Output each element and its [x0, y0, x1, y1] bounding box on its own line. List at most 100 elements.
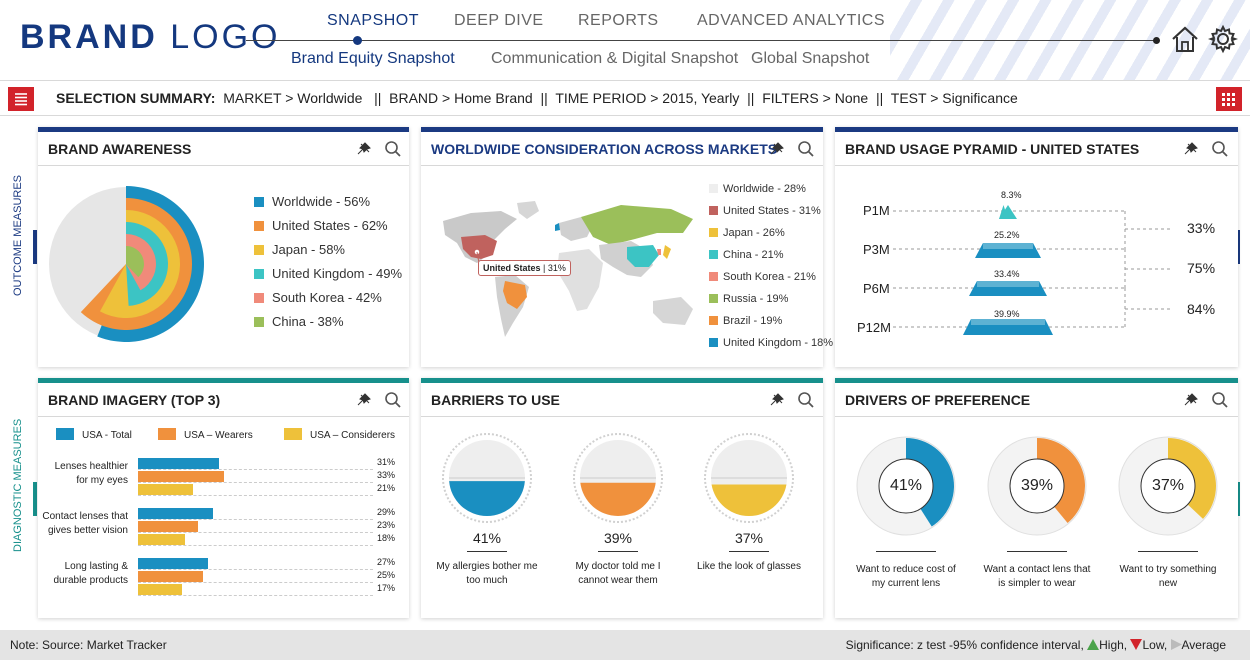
- driver-label: new: [1158, 578, 1178, 589]
- driver-label: my current lens: [871, 578, 941, 589]
- drivers-panel: DRIVERS OF PREFERENCE 41% Want to reduce …: [835, 378, 1238, 618]
- value-underline: [1138, 551, 1198, 552]
- selection-summary: SELECTION SUMMARY: MARKET > Worldwide ||…: [56, 90, 1018, 106]
- legend-label: Worldwide - 56%: [272, 194, 371, 209]
- side-label-outcome: OUTCOME MEASURES: [12, 174, 24, 296]
- panel-title: DRIVERS OF PREFERENCE: [845, 392, 1031, 408]
- gear-icon[interactable]: [1208, 24, 1238, 54]
- search-icon[interactable]: [797, 140, 815, 158]
- legend-label: United Kingdom - 18%: [723, 337, 834, 349]
- source-note: Note: Source: Market Tracker: [10, 638, 167, 652]
- search-icon[interactable]: [1211, 391, 1229, 409]
- search-icon[interactable]: [797, 391, 815, 409]
- conversion-p12m: 84%: [1187, 301, 1216, 317]
- footer: Note: Source: Market Tracker Significanc…: [0, 630, 1250, 660]
- nav-advanced-analytics[interactable]: ADVANCED ANALYTICS: [697, 12, 885, 30]
- legend-swatch: [158, 428, 176, 440]
- legend-item: South Korea - 42%: [254, 290, 382, 305]
- legend-swatch: [254, 293, 264, 303]
- map-russia: [581, 205, 693, 245]
- legend-label: United States - 62%: [272, 218, 388, 233]
- search-icon[interactable]: [384, 140, 402, 158]
- legend-item: China - 38%: [254, 314, 344, 329]
- pin-icon[interactable]: [769, 141, 785, 157]
- bar-value: 18%: [377, 533, 396, 543]
- subnav-communication-digital[interactable]: Communication & Digital Snapshot: [491, 50, 738, 68]
- barrier-value: 39%: [603, 530, 633, 546]
- category-label: Long lasting &: [64, 561, 128, 572]
- legend-item: Japan - 26%: [709, 227, 785, 239]
- legend-swatch: [709, 294, 718, 303]
- conversion-p3m: 33%: [1187, 220, 1216, 236]
- value-underline: [467, 551, 507, 552]
- pyramid-value-p6m: 33.4%: [994, 269, 1020, 279]
- legend-item: United States - 31%: [709, 205, 821, 217]
- legend-label: Japan - 26%: [723, 227, 785, 239]
- pyramid-level-p12m: P12M: [857, 320, 891, 335]
- legend-item: United States - 62%: [254, 218, 388, 233]
- diagnostic-marker: [33, 482, 37, 516]
- barrier-gauge: [442, 433, 532, 523]
- brand-logo[interactable]: BRAND LOGO: [20, 18, 280, 57]
- category-label: Contact lenses that: [42, 511, 128, 522]
- brand-awareness-panel: BRAND AWARENESS Worldwide - 56% United St…: [38, 127, 409, 367]
- bar: [138, 508, 214, 519]
- legend-label: Worldwide - 28%: [723, 183, 806, 195]
- legend-item: China - 21%: [709, 249, 784, 261]
- panel-title: BRAND IMAGERY (TOP 3): [48, 392, 221, 408]
- category-label: Lenses healthier: [54, 461, 128, 472]
- legend-label: South Korea - 42%: [272, 290, 382, 305]
- bar-guide: [138, 532, 373, 533]
- legend-item: Worldwide - 56%: [254, 194, 370, 209]
- home-icon[interactable]: [1170, 24, 1200, 54]
- legend-item: Japan - 58%: [254, 242, 345, 257]
- nav-snapshot[interactable]: SNAPSHOT: [327, 12, 419, 30]
- legend-label: China - 38%: [272, 314, 344, 329]
- barrier-label: Like the look of glasses: [697, 561, 801, 572]
- driver-value: 41%: [889, 477, 923, 494]
- nav-reports[interactable]: REPORTS: [578, 12, 659, 30]
- pyramid-value-p1m: 8.3%: [1001, 190, 1022, 200]
- pin-icon[interactable]: [1183, 141, 1199, 157]
- grid-icon[interactable]: [1216, 87, 1242, 111]
- subnav-global[interactable]: Global Snapshot: [751, 50, 869, 68]
- legend-swatch: [284, 428, 302, 440]
- bar-value: 27%: [377, 557, 396, 567]
- map-china: [627, 245, 659, 267]
- subnav-brand-equity[interactable]: Brand Equity Snapshot: [291, 50, 455, 68]
- awareness-radial-chart: [49, 186, 204, 342]
- pin-icon[interactable]: [356, 392, 372, 408]
- value-underline: [598, 551, 638, 552]
- barrier-gauge: [573, 433, 663, 523]
- bar-value: 21%: [377, 483, 396, 493]
- nav-end-dot: [1153, 37, 1160, 44]
- pin-icon[interactable]: [769, 392, 785, 408]
- bar: [138, 484, 193, 495]
- search-icon[interactable]: [1211, 140, 1229, 158]
- usage-pyramid-panel: BRAND USAGE PYRAMID - UNITED STATES P1M …: [835, 127, 1238, 367]
- bar-guide: [138, 469, 373, 470]
- barrier-label: My allergies bother me: [436, 561, 538, 572]
- search-icon[interactable]: [384, 391, 402, 409]
- driver-label: Want to try something: [1119, 564, 1217, 575]
- pyramid-value-p12m: 39.9%: [994, 309, 1020, 319]
- conversion-p6m: 75%: [1187, 260, 1216, 276]
- pin-icon[interactable]: [1183, 392, 1199, 408]
- bar-guide: [138, 495, 373, 496]
- value-underline: [729, 551, 769, 552]
- bar: [138, 571, 203, 582]
- legend-label: United States - 31%: [723, 205, 821, 217]
- map-tooltip: United States | 31%: [478, 260, 571, 276]
- pin-icon[interactable]: [356, 141, 372, 157]
- barrier-gauge: [704, 433, 794, 523]
- legend-swatch: [254, 269, 264, 279]
- legend-swatch: [709, 184, 718, 193]
- nav-deep-dive[interactable]: DEEP DIVE: [454, 12, 544, 30]
- bar-guide: [138, 545, 373, 546]
- barrier-label: cannot wear them: [578, 575, 658, 586]
- brand-imagery-panel: BRAND IMAGERY (TOP 3) USA - Total USA – W…: [38, 378, 409, 618]
- pyramid-level-p1m: P1M: [863, 203, 890, 218]
- value-underline: [876, 551, 936, 552]
- menu-icon[interactable]: [8, 87, 34, 111]
- bar-value: 23%: [377, 520, 396, 530]
